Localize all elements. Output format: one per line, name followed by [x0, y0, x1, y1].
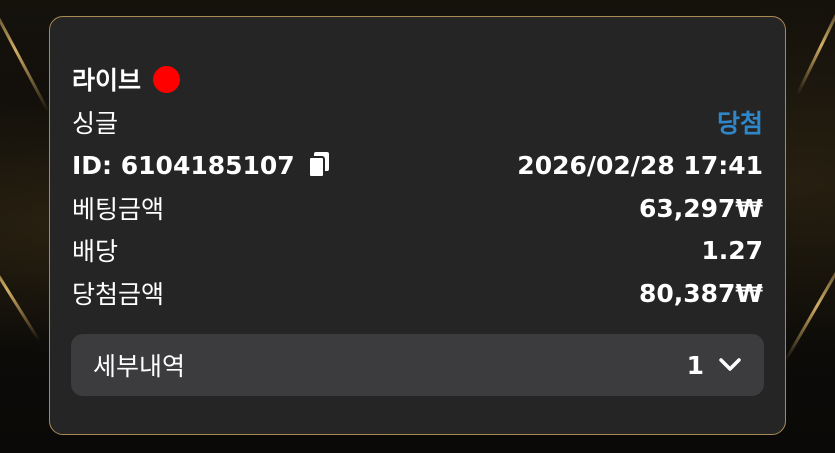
bet-type-label: 싱글 [72, 109, 119, 138]
live-title: 라이브 [72, 66, 142, 95]
background-light-streak [796, 0, 835, 96]
win-amount-label: 당첨금액 [72, 280, 165, 309]
details-count: 1 [686, 350, 704, 380]
copy-icon[interactable] [307, 151, 331, 179]
odds-value: 1.27 [701, 235, 763, 265]
details-label: 세부내역 [93, 352, 186, 381]
id-row: ID: 6104185107 2026/02/28 17:41 [72, 147, 763, 183]
background-light-streak [0, 238, 41, 342]
result-badge: 당첨 [716, 109, 763, 138]
bet-amount-label: 베팅금액 [72, 195, 165, 224]
win-amount-value: 80,387₩ [638, 278, 763, 308]
background-light-streak [783, 247, 835, 363]
details-toggle-button[interactable]: 세부내역 1 [71, 334, 764, 396]
bet-id: ID: 6104185107 [72, 150, 295, 180]
header-row: 라이브 [72, 61, 763, 97]
bet-amount-value: 63,297₩ [638, 193, 763, 223]
odds-row: 배당 1.27 [72, 232, 763, 268]
bet-type-row: 싱글 당첨 [72, 104, 763, 140]
bet-history-card: 라이브 싱글 당첨 ID: 6104185107 2026/02/28 17:4… [49, 16, 786, 435]
live-indicator-icon [153, 65, 181, 93]
odds-label: 배당 [72, 237, 119, 266]
bet-amount-row: 베팅금액 63,297₩ [72, 190, 763, 226]
bet-datetime: 2026/02/28 17:41 [517, 150, 763, 180]
chevron-down-icon [719, 358, 741, 371]
background-light-streak [0, 0, 50, 113]
win-amount-row: 당첨금액 80,387₩ [72, 275, 763, 311]
